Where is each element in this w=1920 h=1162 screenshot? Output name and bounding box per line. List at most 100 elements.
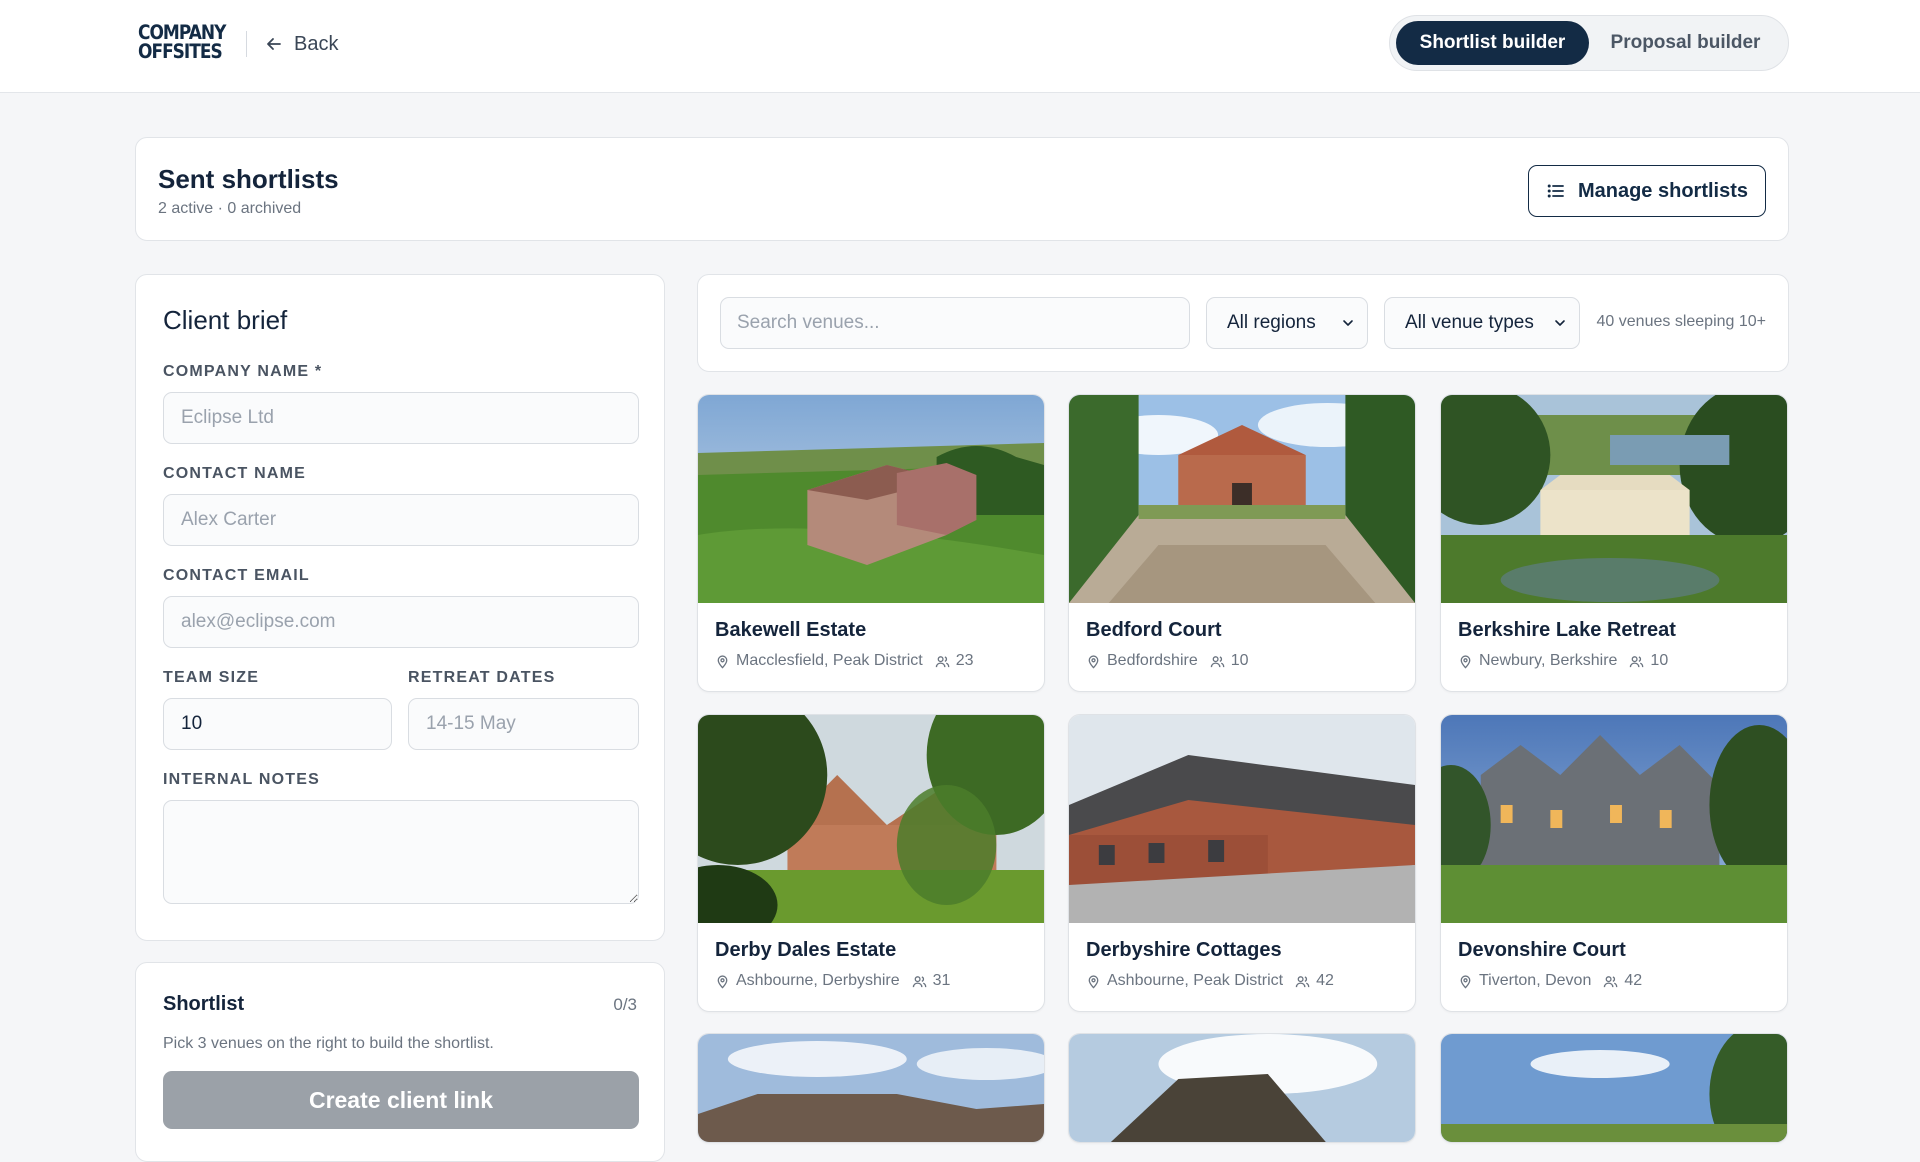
venue-capacity-value: 10 <box>1650 652 1669 669</box>
top-bar: COMPANY OFFSITES Back Shortlist builder … <box>0 0 1920 93</box>
venue-capacity: 31 <box>912 972 951 990</box>
venue-meta: Newbury, Berkshire 10 <box>1458 652 1668 670</box>
map-pin-icon <box>717 654 728 669</box>
venue-card[interactable]: Derbyshire Cottages Ashbourne, Peak Dist… <box>1068 714 1416 1012</box>
contact-email-label: CONTACT EMAIL <box>163 567 310 584</box>
venue-card[interactable] <box>1068 1033 1416 1143</box>
chevron-down-icon <box>1343 320 1353 326</box>
venue-photo <box>1069 395 1415 603</box>
venue-photo <box>698 715 1044 923</box>
venue-photo <box>1441 715 1787 923</box>
venue-location: Tiverton, Devon <box>1479 972 1592 989</box>
venue-type-select[interactable]: All venue types <box>1384 297 1580 349</box>
contact-email-input[interactable] <box>163 596 639 648</box>
sent-shortlists-summary: 2 active · 0 archived <box>158 200 302 217</box>
company-name-input[interactable] <box>163 392 639 444</box>
shortlist-hint: Pick 3 venues on the right to build the … <box>163 1035 494 1052</box>
header-divider <box>246 31 247 57</box>
client-brief-panel: Client brief COMPANY NAME * CONTACT NAME… <box>135 274 665 941</box>
map-pin-icon <box>1088 654 1099 669</box>
venue-location: Newbury, Berkshire <box>1479 652 1618 669</box>
venue-name: Devonshire Court <box>1458 939 1626 961</box>
venue-filters-bar: All regions All venue types 40 venues sl… <box>697 274 1789 372</box>
users-icon <box>1295 975 1310 987</box>
venue-card[interactable]: Derby Dales Estate Ashbourne, Derbyshire… <box>697 714 1045 1012</box>
venue-capacity: 23 <box>935 652 974 670</box>
back-label: Back <box>294 32 339 55</box>
venue-capacity-value: 42 <box>1624 972 1643 989</box>
venue-result-count: 40 venues sleeping 10+ <box>1596 313 1766 330</box>
contact-name-input[interactable] <box>163 494 639 546</box>
region-select[interactable]: All regions <box>1206 297 1368 349</box>
map-pin-icon <box>1460 654 1471 669</box>
map-pin-icon <box>717 974 728 989</box>
users-icon <box>1630 655 1644 667</box>
company-offsites-logo[interactable]: COMPANY OFFSITES <box>138 21 228 64</box>
builder-mode-toggle: Shortlist builder Proposal builder <box>1389 15 1789 71</box>
venue-name: Derbyshire Cottages <box>1086 939 1282 961</box>
back-button[interactable]: Back <box>264 30 338 58</box>
shortlist-panel: Shortlist 0/3 Pick 3 venues on the right… <box>135 962 665 1162</box>
client-brief-title: Client brief <box>163 305 288 335</box>
map-pin-icon <box>1088 974 1099 989</box>
shortlist-title: Shortlist <box>163 993 245 1015</box>
venue-type-select-value: All venue types <box>1405 312 1534 333</box>
arrow-left-icon <box>267 38 281 50</box>
list-icon <box>1547 184 1564 198</box>
manage-shortlists-label: Manage shortlists <box>1577 179 1749 202</box>
venue-card[interactable]: Bedford Court Bedfordshire 10 <box>1068 394 1416 692</box>
venue-capacity: 42 <box>1603 972 1642 990</box>
venue-capacity: 10 <box>1629 652 1668 670</box>
chevron-down-icon <box>1555 320 1565 326</box>
retreat-dates-label: RETREAT DATES <box>408 669 556 686</box>
shortlist-count: 0/3 <box>613 995 637 1014</box>
venue-meta: Ashbourne, Derbyshire 31 <box>715 972 950 990</box>
map-pin-icon <box>1460 974 1471 989</box>
venue-photo <box>1441 1034 1787 1142</box>
sent-shortlists-title: Sent shortlists <box>158 164 339 194</box>
venue-capacity-value: 10 <box>1230 652 1249 669</box>
venue-name: Derby Dales Estate <box>715 939 897 961</box>
venue-location: Ashbourne, Derbyshire <box>736 972 900 989</box>
contact-name-label: CONTACT NAME <box>163 465 306 482</box>
venue-card[interactable]: Devonshire Court Tiverton, Devon 42 <box>1440 714 1788 1012</box>
search-venues-input[interactable] <box>720 297 1190 349</box>
users-icon <box>912 975 926 987</box>
venue-card[interactable] <box>1440 1033 1788 1143</box>
venue-card[interactable] <box>697 1033 1045 1143</box>
venue-photo <box>698 395 1044 603</box>
venue-capacity: 42 <box>1295 972 1334 990</box>
company-name-label: COMPANY NAME * <box>163 363 323 380</box>
shortlist-builder-tab[interactable]: Shortlist builder <box>1396 21 1589 65</box>
internal-notes-textarea[interactable] <box>163 800 639 904</box>
sent-shortlists-panel: Sent shortlists 2 active · 0 archived Ma… <box>135 137 1789 241</box>
venue-location: Bedfordshire <box>1107 652 1198 669</box>
venue-name: Berkshire Lake Retreat <box>1458 619 1676 641</box>
team-size-label: TEAM SIZE <box>163 669 260 686</box>
venue-name: Bedford Court <box>1086 619 1222 641</box>
venue-meta: Tiverton, Devon 42 <box>1458 972 1642 990</box>
venue-photo <box>1069 715 1415 923</box>
proposal-builder-tab[interactable]: Proposal builder <box>1589 21 1782 65</box>
logo-line-2: OFFSITES <box>138 40 223 64</box>
venue-capacity-value: 31 <box>932 972 951 989</box>
venue-card[interactable]: Berkshire Lake Retreat Newbury, Berkshir… <box>1440 394 1788 692</box>
venue-photo <box>1441 395 1787 603</box>
venue-capacity: 10 <box>1210 652 1249 670</box>
venue-capacity-value: 42 <box>1316 972 1334 989</box>
venue-capacity-value: 23 <box>955 652 974 669</box>
create-client-link-button[interactable]: Create client link <box>163 1071 639 1129</box>
logo-line-1: COMPANY <box>138 21 226 45</box>
venue-meta: Bedfordshire 10 <box>1086 652 1249 670</box>
team-size-input[interactable] <box>163 698 392 750</box>
venue-meta: Ashbourne, Peak District 42 <box>1086 972 1334 990</box>
venue-name: Bakewell Estate <box>715 619 867 641</box>
manage-shortlists-button[interactable]: Manage shortlists <box>1528 165 1766 217</box>
venue-location: Ashbourne, Peak District <box>1107 972 1284 989</box>
venue-card[interactable]: Bakewell Estate Macclesfield, Peak Distr… <box>697 394 1045 692</box>
venue-photo <box>698 1034 1044 1142</box>
users-icon <box>935 655 950 667</box>
users-icon <box>1604 975 1618 987</box>
venue-location: Macclesfield, Peak District <box>736 652 923 669</box>
retreat-dates-input[interactable] <box>408 698 639 750</box>
